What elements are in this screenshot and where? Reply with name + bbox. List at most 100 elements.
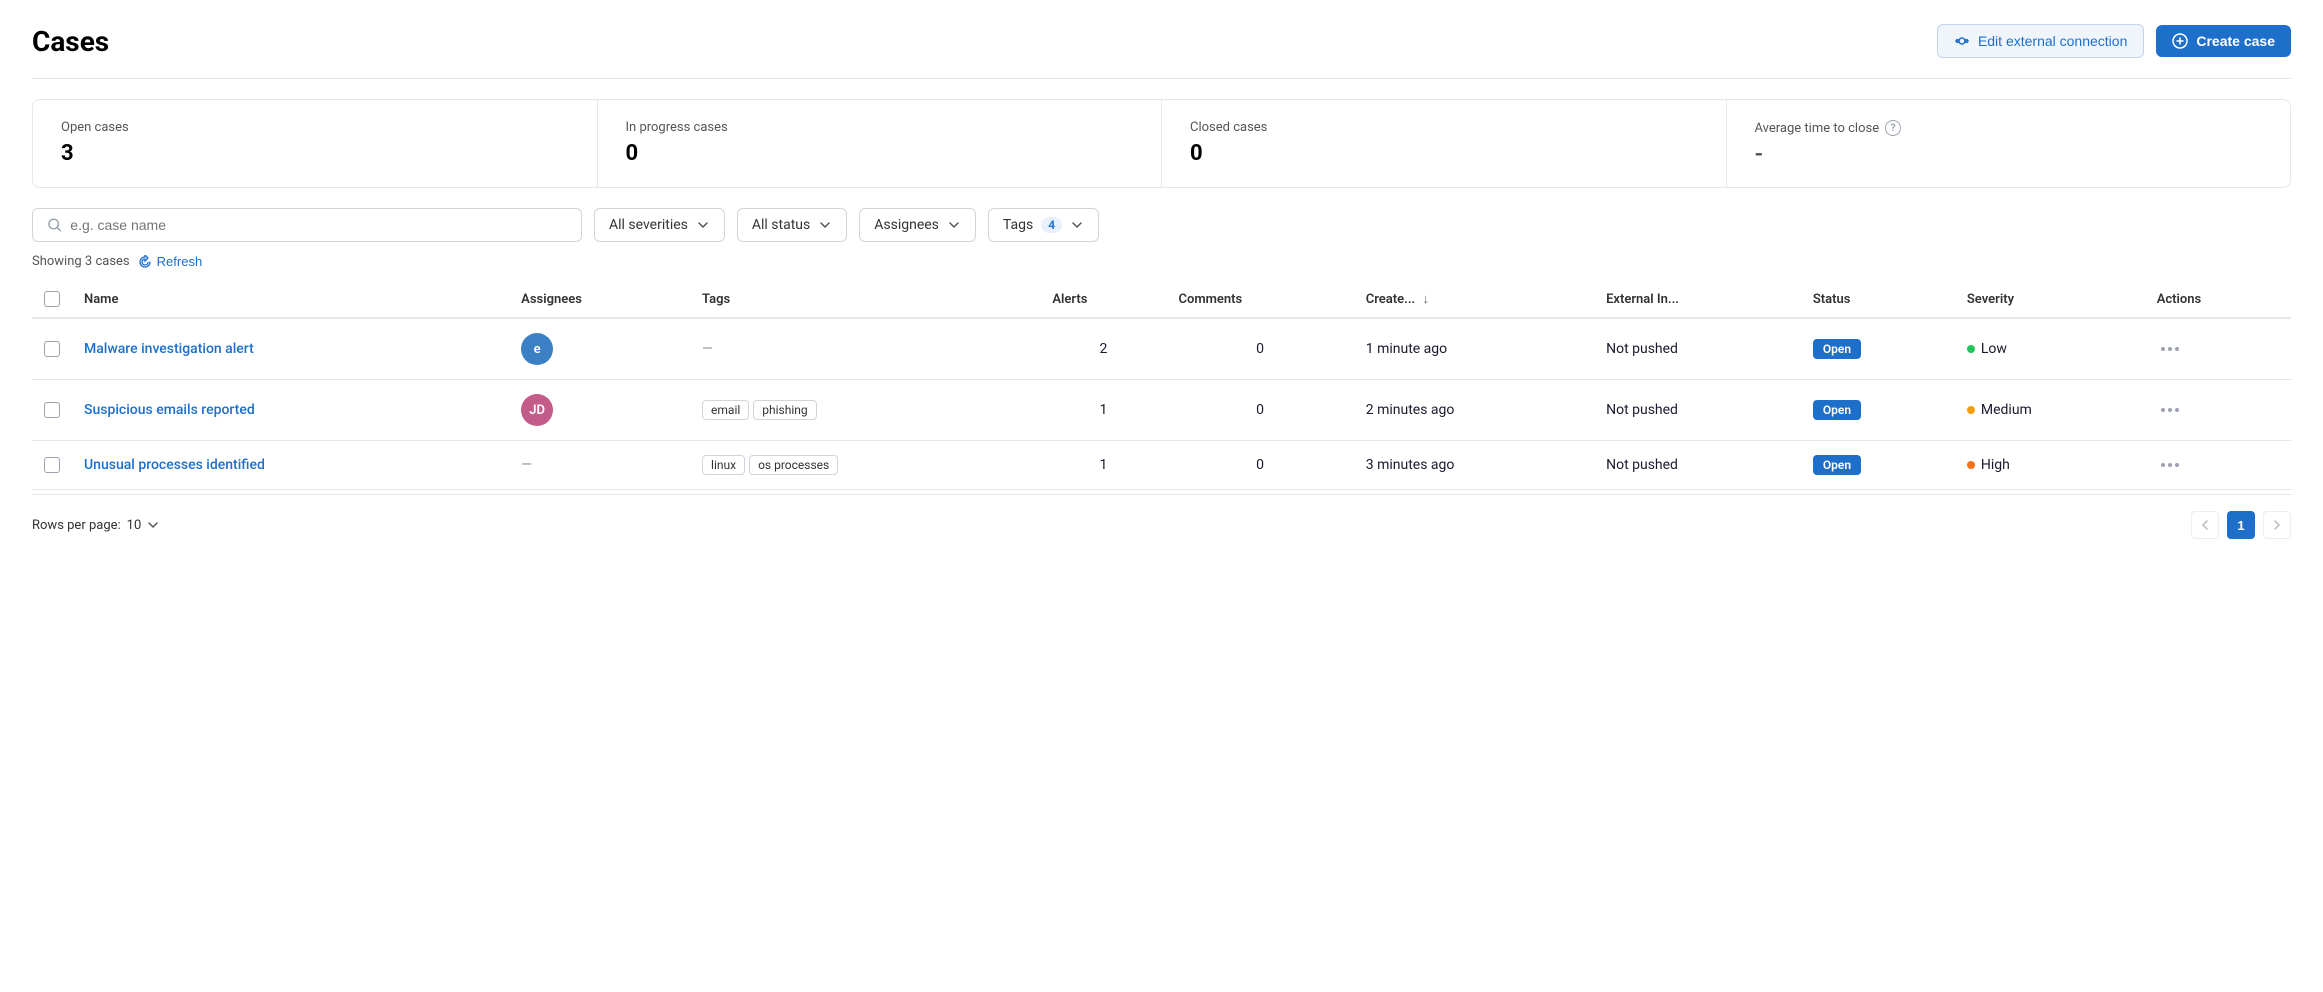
created-time: 1 minute ago	[1354, 318, 1594, 380]
col-assignees: Assignees	[509, 281, 690, 318]
edit-connection-label: Edit external connection	[1978, 33, 2127, 49]
severities-dropdown[interactable]: All severities	[594, 208, 725, 242]
created-time: 3 minutes ago	[1354, 441, 1594, 490]
avg-time-info-icon[interactable]: ?	[1885, 120, 1901, 136]
create-case-label: Create case	[2196, 33, 2275, 49]
tag: os processes	[749, 455, 838, 475]
severity-label: Medium	[1981, 402, 2032, 418]
closed-value: 0	[1190, 141, 1698, 166]
alerts-count: 1	[1040, 380, 1166, 441]
tag: linux	[702, 455, 745, 475]
alerts-count: 1	[1040, 441, 1166, 490]
showing-row: Showing 3 cases Refresh	[32, 254, 2291, 269]
cases-table: Name Assignees Tags Alerts Comments Crea…	[32, 281, 2291, 490]
severity-label: High	[1981, 457, 2010, 473]
stats-row: Open cases 3 In progress cases 0 Closed …	[32, 99, 2291, 188]
table-row: Unusual processes identified — linuxos pro…	[32, 441, 2291, 490]
open-cases-stat: Open cases 3	[33, 100, 598, 187]
tags-empty: —	[702, 341, 713, 357]
comments-count: 0	[1166, 380, 1353, 441]
row-checkbox[interactable]	[44, 341, 60, 357]
select-all-checkbox[interactable]	[44, 291, 60, 307]
chevron-down-icon	[1070, 218, 1084, 232]
case-name[interactable]: Malware investigation alert	[84, 341, 254, 357]
open-cases-value: 3	[61, 141, 569, 166]
status-badge: Open	[1813, 455, 1861, 475]
col-tags: Tags	[690, 281, 1040, 318]
refresh-label: Refresh	[157, 254, 203, 269]
refresh-icon	[138, 255, 152, 269]
chevron-down-icon	[947, 218, 961, 232]
in-progress-value: 0	[626, 141, 1134, 166]
filters-row: All severities All status Assignees Tags…	[32, 208, 2291, 242]
created-time: 2 minutes ago	[1354, 380, 1594, 441]
chevron-down-icon	[147, 519, 159, 531]
closed-cases-stat: Closed cases 0	[1162, 100, 1727, 187]
tags-count-badge: 4	[1041, 217, 1062, 233]
col-comments: Comments	[1166, 281, 1353, 318]
pagination: 1	[2191, 511, 2291, 539]
search-box[interactable]	[32, 208, 582, 242]
actions-menu-button[interactable]	[2157, 343, 2279, 355]
col-status: Status	[1801, 281, 1955, 318]
tags-label: Tags	[1003, 217, 1033, 233]
severities-label: All severities	[609, 217, 688, 233]
external-in: Not pushed	[1594, 318, 1801, 380]
table-row: Malware investigation alert e — 201 minute …	[32, 318, 2291, 380]
status-dropdown[interactable]: All status	[737, 208, 847, 242]
case-name[interactable]: Unusual processes identified	[84, 457, 265, 473]
page-1-button[interactable]: 1	[2227, 511, 2255, 539]
open-cases-label: Open cases	[61, 120, 569, 135]
external-in: Not pushed	[1594, 441, 1801, 490]
tag: email	[702, 400, 749, 420]
case-name[interactable]: Suspicious emails reported	[84, 402, 255, 418]
actions-menu-button[interactable]	[2157, 404, 2279, 416]
avg-time-label: Average time to close ?	[1755, 120, 2263, 136]
in-progress-label: In progress cases	[626, 120, 1134, 135]
assignees-empty: —	[521, 457, 532, 473]
avatar: JD	[521, 394, 553, 426]
assignees-dropdown[interactable]: Assignees	[859, 208, 976, 242]
external-in: Not pushed	[1594, 380, 1801, 441]
col-created[interactable]: Create... ↓	[1354, 281, 1594, 318]
rows-per-page-value: 10	[127, 518, 142, 533]
comments-count: 0	[1166, 441, 1353, 490]
chevron-down-icon	[818, 218, 832, 232]
create-case-button[interactable]: Create case	[2156, 25, 2291, 57]
status-badge: Open	[1813, 339, 1861, 359]
col-external-in: External In...	[1594, 281, 1801, 318]
next-page-button[interactable]	[2263, 511, 2291, 539]
severity-label: Low	[1981, 341, 2007, 357]
row-checkbox[interactable]	[44, 457, 60, 473]
severity-dot	[1967, 461, 1975, 469]
avg-time-stat: Average time to close ? -	[1727, 100, 2291, 187]
connection-icon	[1954, 33, 1970, 49]
avatar: e	[521, 333, 553, 365]
alerts-count: 2	[1040, 318, 1166, 380]
refresh-button[interactable]: Refresh	[138, 254, 203, 269]
prev-page-button[interactable]	[2191, 511, 2219, 539]
chevron-left-icon	[2199, 519, 2211, 531]
table-footer: Rows per page: 10 1	[32, 494, 2291, 555]
col-actions: Actions	[2145, 281, 2291, 318]
row-checkbox[interactable]	[44, 402, 60, 418]
severity-dot	[1967, 406, 1975, 414]
avg-time-value: -	[1755, 142, 2263, 167]
search-input[interactable]	[70, 217, 567, 233]
comments-count: 0	[1166, 318, 1353, 380]
edit-external-connection-button[interactable]: Edit external connection	[1937, 24, 2144, 58]
severity-dot	[1967, 345, 1975, 353]
search-icon	[47, 217, 62, 233]
showing-text: Showing 3 cases	[32, 254, 130, 269]
rows-per-page-selector[interactable]: Rows per page: 10	[32, 518, 159, 533]
tags-dropdown[interactable]: Tags 4	[988, 208, 1099, 242]
chevron-right-icon	[2271, 519, 2283, 531]
tag: phishing	[753, 400, 816, 420]
chevron-down-icon	[696, 218, 710, 232]
plus-icon	[2172, 33, 2188, 49]
page-title: Cases	[32, 25, 109, 58]
in-progress-stat: In progress cases 0	[598, 100, 1163, 187]
actions-menu-button[interactable]	[2157, 459, 2279, 471]
table-row: Suspicious emails reported JD emailphishin…	[32, 380, 2291, 441]
col-alerts: Alerts	[1040, 281, 1166, 318]
